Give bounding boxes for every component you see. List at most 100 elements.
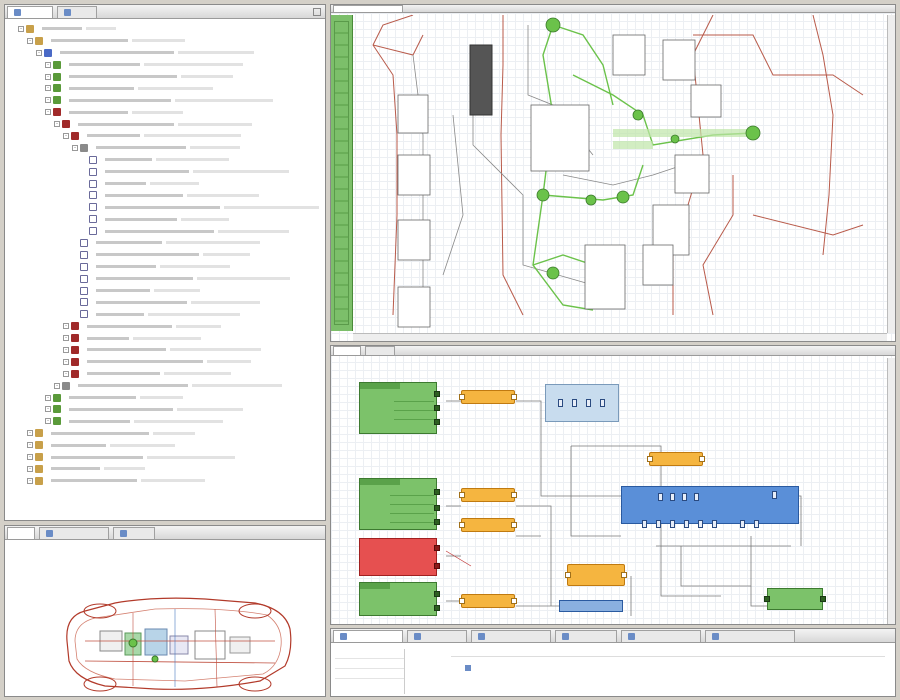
expand-toggle-icon[interactable]: - (45, 85, 51, 92)
tree-item[interactable]: - (9, 427, 321, 439)
tree-item[interactable]: - (9, 392, 321, 404)
tree-item[interactable]: - (9, 82, 321, 94)
tree-item[interactable] (9, 213, 321, 225)
tree-item[interactable] (9, 178, 321, 190)
expand-toggle-icon[interactable]: - (63, 323, 69, 330)
expand-toggle-icon[interactable]: - (18, 25, 24, 32)
tree-item[interactable]: - (9, 118, 321, 130)
expand-toggle-icon[interactable]: - (36, 49, 42, 56)
expand-toggle-icon[interactable] (72, 311, 78, 317)
tab-properties[interactable] (333, 629, 403, 642)
bus-block[interactable] (545, 384, 619, 422)
expand-toggle-icon[interactable] (81, 192, 87, 198)
expand-toggle-icon[interactable] (81, 157, 87, 163)
expand-toggle-icon[interactable]: - (27, 430, 33, 437)
tree-item[interactable]: - (9, 71, 321, 83)
tree-item[interactable]: - (9, 463, 321, 475)
tab-architecture-2[interactable] (365, 346, 395, 355)
expand-toggle-icon[interactable]: - (45, 109, 51, 116)
tab-topology[interactable] (333, 5, 403, 12)
tab-bottom-right-6[interactable] (705, 629, 795, 642)
horizontal-scrollbar[interactable] (353, 333, 887, 341)
ecu-block-2[interactable] (359, 478, 440, 530)
tab-architecture[interactable] (333, 346, 361, 355)
tab-bottom-left-3[interactable] (113, 526, 155, 539)
tree-item[interactable] (9, 154, 321, 166)
expand-toggle-icon[interactable] (81, 181, 87, 187)
tree-item[interactable]: - (9, 368, 321, 380)
tab-bottom-right-5[interactable] (621, 629, 701, 642)
tree-item[interactable]: - (9, 380, 321, 392)
tree-item[interactable] (9, 225, 321, 237)
tab-bottom-right-4[interactable] (555, 629, 617, 642)
expand-toggle-icon[interactable]: - (27, 465, 33, 472)
tree-item[interactable]: - (9, 23, 321, 35)
tree-item[interactable]: - (9, 130, 321, 142)
expand-toggle-icon[interactable]: - (54, 121, 60, 128)
expand-toggle-icon[interactable] (81, 216, 87, 222)
ecu-block-fault[interactable] (359, 538, 440, 576)
topology-diagram-canvas[interactable] (353, 15, 889, 333)
tree-item[interactable] (9, 189, 321, 201)
expand-toggle-icon[interactable]: - (27, 37, 33, 44)
expand-toggle-icon[interactable] (72, 288, 78, 294)
tab-bottom-right-3[interactable] (471, 629, 551, 642)
expand-toggle-icon[interactable]: - (27, 454, 33, 460)
signal-block-1[interactable] (459, 390, 517, 404)
expand-toggle-icon[interactable]: - (45, 418, 51, 425)
expand-toggle-icon[interactable]: - (27, 477, 33, 484)
ecu-block-4[interactable] (764, 588, 826, 610)
tree-item[interactable]: - (9, 439, 321, 451)
expand-toggle-icon[interactable]: - (63, 358, 69, 365)
expand-toggle-icon[interactable]: - (63, 132, 69, 139)
expand-toggle-icon[interactable] (81, 228, 87, 234)
signal-block-2[interactable] (459, 488, 517, 502)
tree-item[interactable]: - (9, 142, 321, 154)
expand-toggle-icon[interactable]: - (45, 97, 51, 104)
gateway-block[interactable] (621, 486, 799, 528)
tree-item[interactable]: - (9, 320, 321, 332)
tree-item[interactable]: - (9, 94, 321, 106)
signal-block-5[interactable] (647, 452, 705, 466)
properties-selection[interactable] (465, 663, 705, 672)
tab-bottom-right-2[interactable] (407, 629, 467, 642)
expand-toggle-icon[interactable]: - (45, 73, 51, 80)
tree-item[interactable] (9, 308, 321, 320)
tree-item[interactable] (9, 261, 321, 273)
expand-toggle-icon[interactable] (72, 299, 78, 305)
expand-toggle-icon[interactable]: - (54, 382, 60, 389)
tree-item[interactable] (9, 166, 321, 178)
expand-toggle-icon[interactable]: - (72, 144, 78, 151)
diagram-palette[interactable] (331, 15, 353, 331)
tree-item[interactable] (9, 237, 321, 249)
tree-item[interactable] (9, 285, 321, 297)
tab-model-tree-2[interactable] (57, 5, 97, 18)
tree-item[interactable] (9, 296, 321, 308)
tab-outline[interactable] (7, 526, 35, 539)
expand-toggle-icon[interactable]: - (63, 335, 69, 342)
ecu-block-3[interactable] (359, 582, 440, 616)
signal-block-3[interactable] (459, 518, 517, 532)
signal-block-4[interactable] (459, 594, 517, 608)
expand-toggle-icon[interactable]: - (27, 442, 33, 449)
property-row-3[interactable] (335, 669, 404, 679)
tree-item[interactable]: - (9, 404, 321, 416)
expand-toggle-icon[interactable]: - (45, 61, 51, 68)
ecu-block-1[interactable] (359, 382, 440, 434)
tree-item[interactable]: - (9, 344, 321, 356)
tree-item[interactable]: - (9, 59, 321, 71)
tree-item[interactable]: - (9, 332, 321, 344)
property-row-1[interactable] (335, 649, 404, 659)
expand-toggle-icon[interactable]: - (63, 370, 69, 377)
expand-toggle-icon[interactable] (72, 276, 78, 282)
gateway-block-small[interactable] (559, 600, 623, 612)
tree-item[interactable]: - (9, 415, 321, 427)
tree-item[interactable] (9, 249, 321, 261)
tree-item[interactable] (9, 201, 321, 213)
expand-toggle-icon[interactable]: - (45, 394, 51, 401)
property-row-2[interactable] (335, 659, 404, 669)
tree-item[interactable]: - (9, 356, 321, 368)
expand-toggle-icon[interactable]: - (45, 406, 51, 413)
expand-toggle-icon[interactable] (72, 264, 78, 270)
expand-toggle-icon[interactable] (81, 169, 87, 175)
